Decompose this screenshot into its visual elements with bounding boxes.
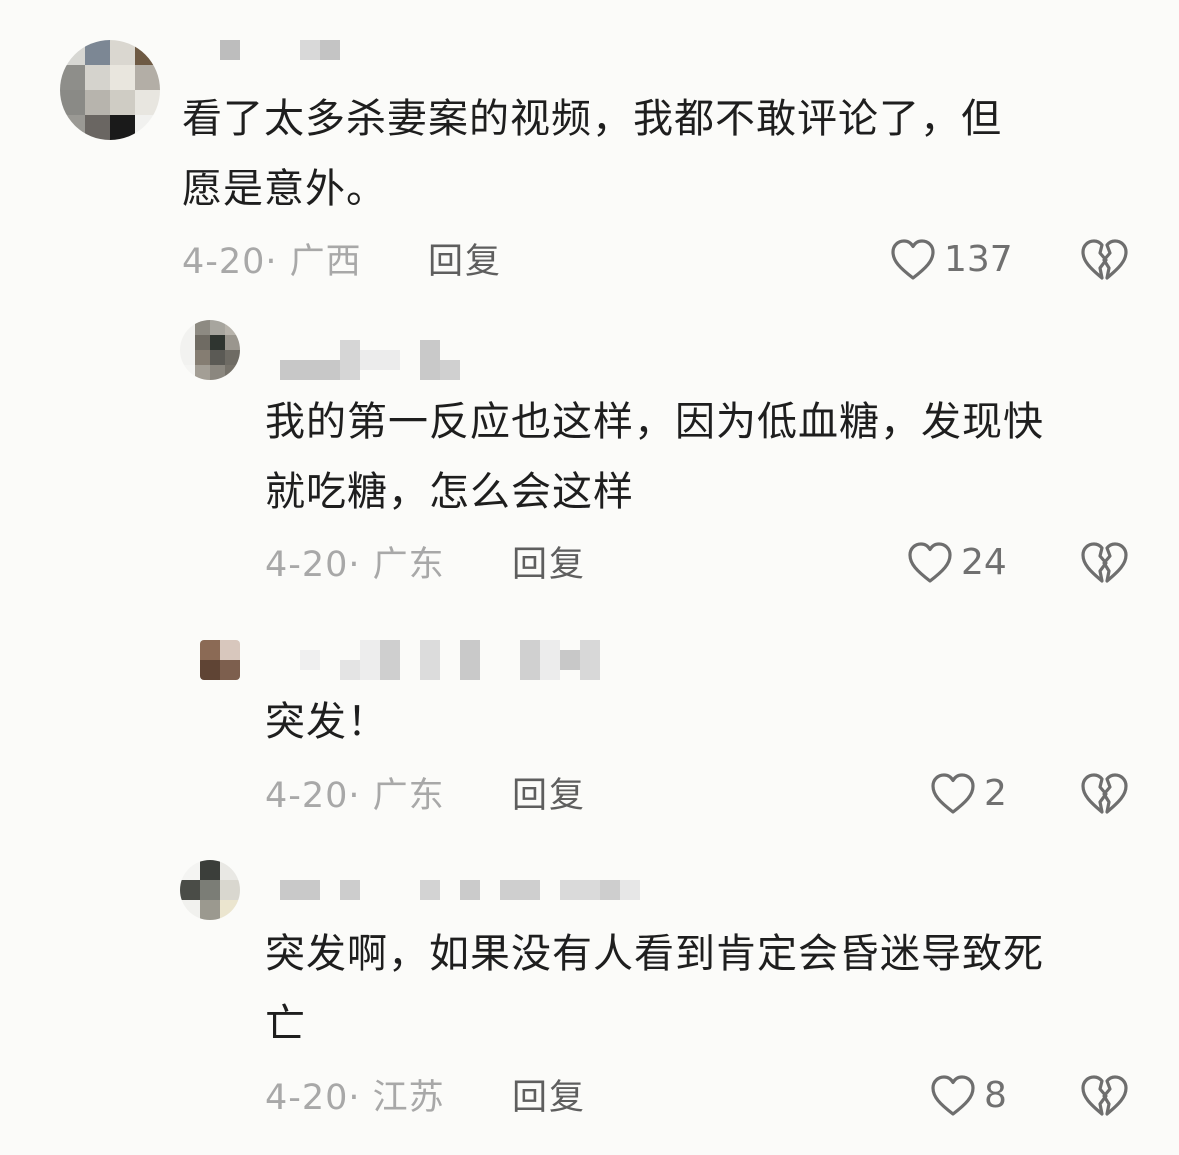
like-count: 137 <box>944 239 1013 280</box>
comment-date-location: 4-20· 广东 <box>265 545 445 585</box>
broken-heart-icon <box>1081 773 1128 814</box>
reply-button[interactable]: 回复 <box>512 545 586 585</box>
heart-outline-icon <box>908 542 952 583</box>
comment-text: 突发啊，如果没有人看到肯定会昏迷导致死 亡 <box>265 931 1044 1047</box>
username-blurred[interactable] <box>280 880 640 900</box>
heart-outline-icon <box>891 239 935 280</box>
reply-button[interactable]: 回复 <box>512 776 586 816</box>
username-blurred[interactable] <box>300 640 600 680</box>
like-count: 8 <box>984 1075 1007 1116</box>
comment-date-location: 4-20· 广西 <box>182 242 362 282</box>
username-blurred[interactable] <box>220 40 340 60</box>
comment-date-location: 4-20· 广东 <box>265 776 445 816</box>
dislike-button[interactable] <box>1080 772 1128 816</box>
comment-text: 看了太多杀妻案的视频，我都不敢评论了，但 愿是意外。 <box>182 96 1002 212</box>
like-count: 2 <box>984 773 1007 814</box>
broken-heart-icon <box>1081 542 1128 583</box>
comment-date-location: 4-20· 江苏 <box>265 1078 445 1118</box>
comment-list: 看了太多杀妻案的视频，我都不敢评论了，但 愿是意外。 4-20· 广西 回复 1… <box>0 0 1179 1155</box>
comment-text: 我的第一反应也这样，因为低血糖，发现快 就吃糖，怎么会这样 <box>265 399 1044 515</box>
like-count: 24 <box>961 542 1007 583</box>
username-blurred[interactable] <box>280 340 460 380</box>
broken-heart-icon <box>1081 239 1128 280</box>
broken-heart-icon <box>1081 1075 1128 1116</box>
dislike-button[interactable] <box>1080 238 1128 282</box>
reply-button[interactable]: 回复 <box>428 242 502 282</box>
like-button[interactable]: 24 <box>907 541 1007 585</box>
heart-outline-icon <box>931 1075 975 1116</box>
dislike-button[interactable] <box>1080 1074 1128 1118</box>
user-avatar[interactable] <box>200 640 240 680</box>
reply-button[interactable]: 回复 <box>512 1078 586 1118</box>
heart-outline-icon <box>931 773 975 814</box>
user-avatar[interactable] <box>180 860 240 920</box>
comment-text: 突发！ <box>265 699 388 745</box>
like-button[interactable]: 8 <box>930 1074 1007 1118</box>
like-button[interactable]: 2 <box>930 772 1007 816</box>
user-avatar[interactable] <box>60 40 160 140</box>
user-avatar[interactable] <box>180 320 240 380</box>
dislike-button[interactable] <box>1080 541 1128 585</box>
like-button[interactable]: 137 <box>890 238 1013 282</box>
